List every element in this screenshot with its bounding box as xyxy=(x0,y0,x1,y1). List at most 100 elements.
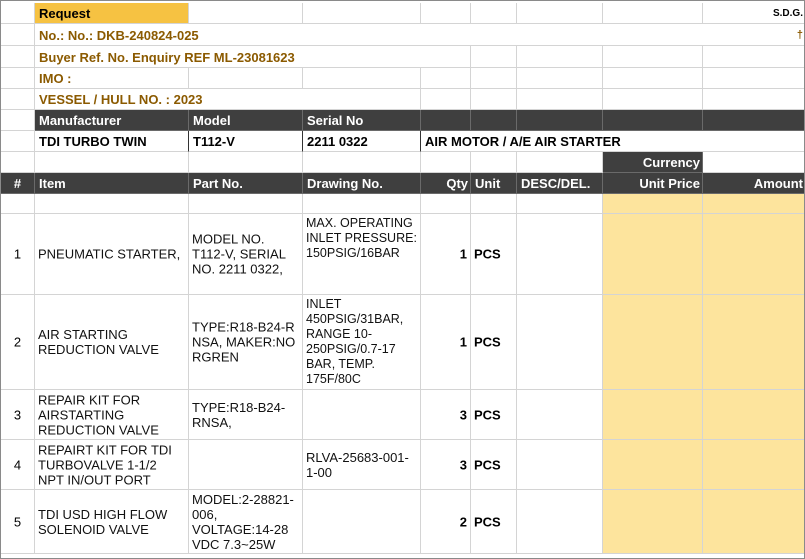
drawing-cell[interactable] xyxy=(303,390,421,440)
cell[interactable] xyxy=(421,68,471,89)
qty-cell[interactable]: 1 xyxy=(421,214,471,295)
cell[interactable] xyxy=(35,194,189,214)
manufacturer-value-cell[interactable]: TDI TURBO TWIN xyxy=(35,131,189,152)
request-label-cell[interactable]: Request xyxy=(35,3,189,24)
number-cell[interactable]: No.: No.: DKB-240824-025 xyxy=(35,24,703,46)
unit-cell[interactable]: PCS xyxy=(471,214,517,295)
cell[interactable] xyxy=(603,46,703,68)
amount-cell[interactable] xyxy=(703,214,804,295)
desc-cell[interactable] xyxy=(517,214,603,295)
qty-cell[interactable]: 1 xyxy=(421,295,471,390)
vessel-cell[interactable]: VESSEL / HULL NO. : 2023 xyxy=(35,89,303,110)
header-blank[interactable] xyxy=(471,110,517,131)
cell[interactable] xyxy=(517,46,603,68)
qty-cell[interactable]: 3 xyxy=(421,440,471,490)
cell[interactable] xyxy=(517,194,603,214)
cell[interactable] xyxy=(471,194,517,214)
col-amount-header[interactable]: Amount xyxy=(703,173,804,194)
unit-cell[interactable]: PCS xyxy=(471,440,517,490)
col-drawing-header[interactable]: Drawing No. xyxy=(303,173,421,194)
cell[interactable] xyxy=(303,152,421,173)
desc-cell[interactable] xyxy=(517,295,603,390)
col-unit-price-header[interactable]: Unit Price xyxy=(603,173,703,194)
desc-cell[interactable] xyxy=(517,390,603,440)
unit-cell[interactable]: PCS xyxy=(471,490,517,554)
serial-value-cell[interactable]: 2211 0322 xyxy=(303,131,421,152)
unit-cell[interactable]: PCS xyxy=(471,390,517,440)
col-part-header[interactable]: Part No. xyxy=(189,173,303,194)
cell[interactable] xyxy=(303,3,421,24)
cell[interactable] xyxy=(1,3,35,24)
cell[interactable] xyxy=(603,89,703,110)
cell[interactable] xyxy=(1,89,35,110)
buyer-ref-cell[interactable]: Buyer Ref. No. Enquiry REF ML-23081623 xyxy=(35,46,421,68)
cell[interactable] xyxy=(517,3,603,24)
imo-cell[interactable]: IMO : xyxy=(35,68,189,89)
cell[interactable] xyxy=(1,24,35,46)
cell[interactable] xyxy=(471,152,517,173)
part-cell[interactable]: MODEL:2-28821-006, VOLTAGE:14-28 VDC 7.3… xyxy=(189,490,303,554)
cell[interactable] xyxy=(1,68,35,89)
cell[interactable] xyxy=(703,68,804,89)
desc-cell[interactable] xyxy=(517,490,603,554)
cell[interactable] xyxy=(703,89,804,110)
cell[interactable] xyxy=(189,3,303,24)
desc-cell[interactable] xyxy=(517,440,603,490)
currency-header[interactable]: Currency xyxy=(603,152,703,173)
col-unit-header[interactable]: Unit xyxy=(471,173,517,194)
header-blank[interactable] xyxy=(603,110,703,131)
cell[interactable] xyxy=(421,152,471,173)
unit-price-cell[interactable] xyxy=(603,214,703,295)
item-cell[interactable]: REPAIR KIT FOR AIRSTARTING REDUCTION VAL… xyxy=(35,390,189,440)
qty-cell[interactable]: 2 xyxy=(421,490,471,554)
num-cell[interactable]: 3 xyxy=(1,390,35,440)
header-blank[interactable] xyxy=(703,110,804,131)
amount-cell[interactable] xyxy=(703,194,804,214)
part-cell[interactable]: TYPE:R18-B24-RNSA, MAKER:NORGREN xyxy=(189,295,303,390)
cell[interactable] xyxy=(603,68,703,89)
unit-cell[interactable]: PCS xyxy=(471,295,517,390)
amount-cell[interactable] xyxy=(703,295,804,390)
item-cell[interactable]: AIR STARTING REDUCTION VALVE xyxy=(35,295,189,390)
num-cell[interactable]: 1 xyxy=(1,214,35,295)
cell[interactable] xyxy=(189,194,303,214)
cell[interactable] xyxy=(421,3,471,24)
cell[interactable] xyxy=(421,194,471,214)
cell[interactable] xyxy=(517,68,603,89)
header-blank[interactable] xyxy=(421,110,471,131)
cell[interactable] xyxy=(303,89,421,110)
cell[interactable] xyxy=(471,68,517,89)
manufacturer-header[interactable]: Manufacturer xyxy=(35,110,189,131)
item-cell[interactable]: REPAIRT KIT FOR TDI TURBOVALVE 1-1/2 NPT… xyxy=(35,440,189,490)
cell[interactable] xyxy=(1,131,35,152)
cell[interactable] xyxy=(1,110,35,131)
part-cell[interactable]: MODEL NO. T112-V, SERIAL NO. 2211 0322, xyxy=(189,214,303,295)
num-cell[interactable]: 4 xyxy=(1,440,35,490)
cell[interactable] xyxy=(471,89,517,110)
col-desc-header[interactable]: DESC/DEL. xyxy=(517,173,603,194)
equipment-description-cell[interactable]: AIR MOTOR / A/E AIR STARTER xyxy=(421,131,804,152)
num-cell[interactable]: 5 xyxy=(1,490,35,554)
currency-value-cell[interactable] xyxy=(703,152,804,173)
amount-cell[interactable] xyxy=(703,390,804,440)
col-qty-header[interactable]: Qty xyxy=(421,173,471,194)
model-value-cell[interactable]: T112-V xyxy=(189,131,303,152)
cell[interactable] xyxy=(517,152,603,173)
cell[interactable] xyxy=(1,194,35,214)
cell[interactable] xyxy=(517,89,603,110)
cross-cell[interactable]: † xyxy=(703,24,804,46)
unit-price-cell[interactable] xyxy=(603,390,703,440)
model-header[interactable]: Model xyxy=(189,110,303,131)
part-cell[interactable] xyxy=(189,440,303,490)
amount-cell[interactable] xyxy=(703,440,804,490)
col-item-header[interactable]: Item xyxy=(35,173,189,194)
item-cell[interactable]: PNEUMATIC STARTER, xyxy=(35,214,189,295)
drawing-cell[interactable]: INLET 450PSIG/31BAR, RANGE 10-250PSIG/0.… xyxy=(303,295,421,390)
drawing-cell[interactable]: RLVA-25683-001-1-00 xyxy=(303,440,421,490)
drawing-cell[interactable] xyxy=(303,490,421,554)
cell[interactable] xyxy=(603,3,703,24)
cell[interactable] xyxy=(303,194,421,214)
cell[interactable] xyxy=(189,68,303,89)
cell[interactable] xyxy=(303,68,421,89)
cell[interactable] xyxy=(471,3,517,24)
